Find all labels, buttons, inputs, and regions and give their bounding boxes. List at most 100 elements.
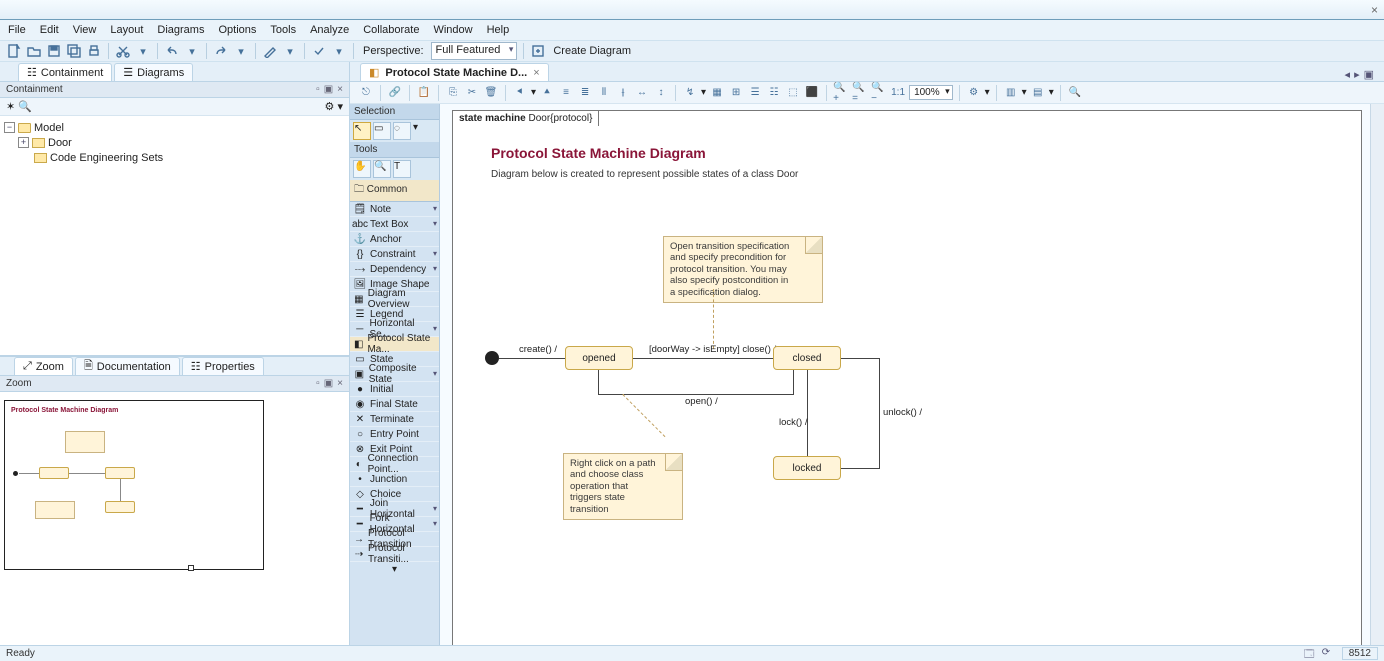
palette-textbox[interactable]: abcText Box▾ (350, 217, 439, 232)
text-tool[interactable]: T (393, 160, 411, 178)
lasso-tool[interactable]: ◌ (393, 122, 411, 140)
undo-icon[interactable] (164, 43, 180, 59)
minimize-pane-icon[interactable]: ▫ (316, 84, 320, 95)
redo-icon[interactable] (213, 43, 229, 59)
palette-dependency[interactable]: ⤏Dependency▾ (350, 262, 439, 277)
chevron-down-icon[interactable]: ▾ (531, 87, 536, 98)
tab-containment[interactable]: ☷ Containment (18, 63, 112, 81)
chevron-down-icon[interactable]: ▾ (331, 43, 347, 59)
palette-psm[interactable]: ◧Protocol State Ma... (350, 337, 439, 352)
maximize-editor-icon[interactable]: ▣ (1364, 68, 1374, 81)
menu-collaborate[interactable]: Collaborate (363, 24, 419, 36)
tab-diagrams[interactable]: ☰ Diagrams (114, 63, 193, 81)
chevron-down-icon[interactable]: ▾ (337, 101, 343, 113)
overview-icon[interactable]: ▥ (1003, 85, 1019, 101)
close-icon[interactable]: × (1371, 3, 1378, 17)
distribute-icon[interactable]: ⫴ (596, 85, 612, 101)
zoom-tool[interactable]: 🔍 (373, 160, 391, 178)
menu-edit[interactable]: Edit (40, 24, 59, 36)
palette-initial[interactable]: ●Initial (350, 382, 439, 397)
perspective-combo[interactable]: Full Featured (431, 42, 518, 60)
zoom-thumbnail[interactable]: Protocol State Machine Diagram (4, 400, 264, 570)
hand-tool[interactable]: ✋ (353, 160, 371, 178)
status-sync-icon[interactable]: ⟳ (1322, 647, 1336, 661)
prev-tab-icon[interactable]: ◂ (1345, 68, 1351, 81)
zoom-combo[interactable]: 100% (909, 85, 953, 100)
state-opened[interactable]: opened (565, 346, 633, 370)
chevron-down-icon[interactable]: ▾ (233, 43, 249, 59)
next-tab-icon[interactable]: ▸ (1354, 68, 1360, 81)
state-locked[interactable]: locked (773, 456, 841, 480)
palette-note[interactable]: 🗒Note▾ (350, 202, 439, 217)
menu-view[interactable]: View (73, 24, 97, 36)
gear-icon[interactable]: ⚙ (966, 85, 982, 101)
palette-overview[interactable]: ▦Diagram Overview (350, 292, 439, 307)
zoom-pane[interactable]: Protocol State Machine Diagram (0, 392, 349, 645)
menu-options[interactable]: Options (218, 24, 256, 36)
palette-constraint[interactable]: {}Constraint▾ (350, 247, 439, 262)
diagram-canvas[interactable]: state machine Door{protocol} Protocol St… (440, 104, 1384, 645)
align-top-icon[interactable]: ⯅ (539, 85, 555, 101)
zoom-actual-icon[interactable]: 1:1 (890, 85, 906, 101)
outline-icon[interactable]: ▤ (1030, 85, 1046, 101)
ungroup-icon[interactable]: ⬛ (804, 85, 820, 101)
delete-icon[interactable]: 🗑 (483, 85, 499, 101)
chevron-down-icon[interactable]: ▾ (282, 43, 298, 59)
status-notify-icon[interactable]: 🗔 (1304, 647, 1318, 661)
chevron-down-icon[interactable]: ▾ (413, 122, 423, 140)
copy-icon[interactable]: ⎘ (445, 85, 461, 101)
menu-tools[interactable]: Tools (270, 24, 296, 36)
close-pane-icon[interactable]: × (337, 378, 343, 389)
align-left-icon[interactable]: ⯇ (512, 85, 528, 101)
chevron-down-icon[interactable]: ▾ (184, 43, 200, 59)
palette-anchor[interactable]: ⚓Anchor (350, 232, 439, 247)
layers-icon[interactable]: ☰ (747, 85, 763, 101)
route-icon[interactable]: ↯ (682, 85, 698, 101)
align-icon[interactable]: ≣ (577, 85, 593, 101)
transition-open-seg3[interactable] (598, 370, 599, 394)
grid-icon[interactable]: ▦ (709, 85, 725, 101)
transition-unlock-seg1[interactable] (841, 468, 879, 469)
restore-pane-icon[interactable]: ▣ (324, 378, 333, 389)
close-pane-icon[interactable]: × (337, 84, 343, 95)
snap-icon[interactable]: ⊞ (728, 85, 744, 101)
tree-door[interactable]: Door (48, 137, 72, 149)
transition-lock[interactable] (807, 370, 808, 456)
align-center-icon[interactable]: ≡ (558, 85, 574, 101)
tree-ces[interactable]: Code Engineering Sets (50, 152, 163, 164)
containment-tree[interactable]: − Model + Door Code Engineering Sets (0, 116, 349, 356)
zoom-out-icon[interactable]: 🔍− (871, 85, 887, 101)
select-tool[interactable]: ↖ (353, 122, 371, 140)
menu-file[interactable]: File (8, 24, 26, 36)
restore-pane-icon[interactable]: ▣ (324, 84, 333, 95)
wizard-icon[interactable] (262, 43, 278, 59)
palette-junction[interactable]: •Junction (350, 472, 439, 487)
create-diagram-button[interactable]: Create Diagram (553, 45, 631, 57)
menu-analyze[interactable]: Analyze (310, 24, 349, 36)
same-height-icon[interactable]: ↕ (653, 85, 669, 101)
tab-properties[interactable]: ☷ Properties (182, 357, 264, 375)
palette-ptransi[interactable]: ⇢Protocol Transiti... (350, 547, 439, 562)
note-precondition[interactable]: Open transition specification and specif… (663, 236, 823, 303)
save-all-icon[interactable] (66, 43, 82, 59)
palette-entry[interactable]: ○Entry Point (350, 427, 439, 442)
print-icon[interactable] (86, 43, 102, 59)
tree-model[interactable]: Model (34, 122, 64, 134)
transition-open-seg1[interactable] (793, 370, 794, 394)
menu-help[interactable]: Help (487, 24, 510, 36)
minimize-pane-icon[interactable]: ▫ (316, 378, 320, 389)
palette-composite[interactable]: ▣Composite State▾ (350, 367, 439, 382)
search-icon[interactable]: 🔍 (1067, 85, 1083, 101)
palette-final[interactable]: ◉Final State (350, 397, 439, 412)
close-tab-icon[interactable]: × (533, 67, 539, 79)
twisty-icon[interactable]: − (4, 122, 15, 133)
distribute-v-icon[interactable]: ⫲ (615, 85, 631, 101)
save-icon[interactable] (46, 43, 62, 59)
link-icon[interactable]: 🔗 (387, 85, 403, 101)
transition-open-seg2[interactable] (598, 394, 794, 395)
select-in-tree-icon[interactable]: ⎋ (358, 85, 374, 101)
menu-window[interactable]: Window (433, 24, 472, 36)
twisty-icon[interactable]: + (18, 137, 29, 148)
zoom-fit-icon[interactable]: 🔍= (852, 85, 868, 101)
marquee-tool[interactable]: ▭ (373, 122, 391, 140)
